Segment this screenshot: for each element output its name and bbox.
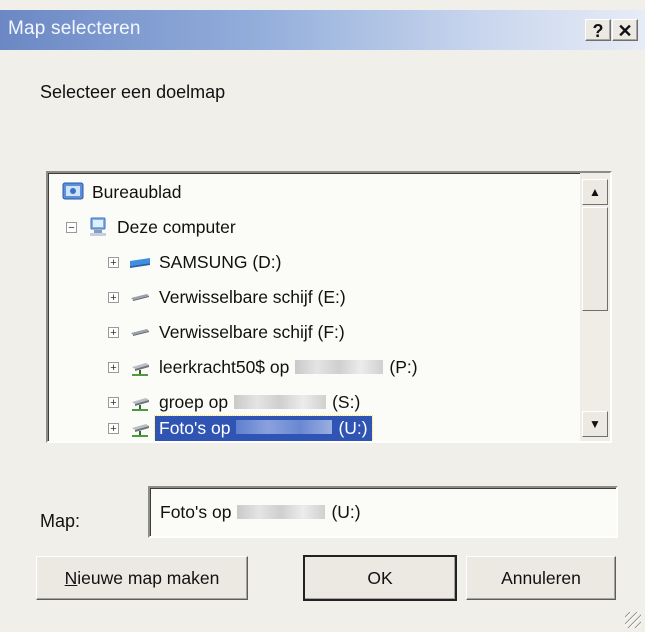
removable-drive-icon — [129, 322, 151, 342]
tree-item-network-p[interactable]: + leerkracht50$ op (P:) — [108, 352, 418, 382]
network-drive-icon — [129, 357, 151, 377]
tree-scrollbar[interactable]: ▲ ▼ — [580, 173, 610, 441]
tree-item-label: Deze computer — [117, 216, 236, 237]
folder-tree[interactable]: Bureaublad − Deze computer + SAMSUNG (D:… — [46, 171, 612, 443]
scroll-down-arrow-icon[interactable]: ▼ — [582, 411, 608, 437]
help-button[interactable]: ? — [585, 19, 611, 41]
map-path-prefix: Foto's op — [160, 501, 232, 522]
tree-item-label: Bureaublad — [92, 181, 182, 202]
tree-item-label: SAMSUNG (D:) — [159, 251, 282, 272]
tree-item-drive-letter: (P:) — [389, 356, 418, 377]
window-title: Map selecteren — [8, 18, 141, 39]
map-field-label: Map: — [40, 511, 81, 531]
network-drive-icon — [129, 418, 151, 438]
tree-item-samsung[interactable]: + SAMSUNG (D:) — [108, 247, 282, 277]
tree-item-label: Foto's op — [159, 417, 231, 438]
removable-drive-icon — [129, 287, 151, 307]
tree-item-label: Verwisselbare schijf (E:) — [159, 286, 346, 307]
map-path-field[interactable]: Foto's op (U:) — [148, 486, 618, 538]
redacted-server-name — [295, 360, 384, 374]
expand-toggle[interactable]: + — [108, 396, 119, 408]
collapse-toggle[interactable]: − — [66, 221, 77, 233]
tree-item-label: Verwisselbare schijf (F:) — [159, 321, 345, 342]
tree-item-drive-letter: (U:) — [338, 417, 368, 438]
expand-toggle[interactable]: + — [108, 256, 119, 268]
tree-item-label: groep op — [159, 391, 229, 412]
tree-item-drive-letter: (S:) — [332, 391, 361, 412]
drive-icon — [129, 252, 151, 272]
expand-toggle[interactable]: + — [108, 361, 119, 373]
tree-item-network-u[interactable]: + Foto's op (U:) — [108, 413, 373, 441]
select-folder-dialog: Map selecteren ? ✕ Selecteer een doelmap… — [0, 0, 645, 632]
redacted-server-name — [236, 419, 333, 434]
redacted-server-name — [237, 505, 326, 519]
new-folder-button[interactable]: Nieuwe map maken — [36, 556, 248, 600]
scroll-thumb[interactable] — [582, 207, 608, 311]
network-drive-icon — [129, 392, 151, 412]
ok-button[interactable]: OK — [303, 555, 457, 601]
tree-item-removable-f[interactable]: + Verwisselbare schijf (F:) — [108, 317, 345, 347]
expand-toggle[interactable]: + — [108, 422, 119, 434]
instruction-text: Selecteer een doelmap — [40, 82, 226, 102]
selected-item-highlight[interactable]: Foto's op (U:) — [154, 414, 373, 441]
redacted-server-name — [234, 395, 327, 409]
desktop-icon — [62, 182, 84, 202]
computer-icon — [87, 217, 109, 237]
scroll-up-arrow-icon[interactable]: ▲ — [582, 179, 608, 205]
map-path-suffix: (U:) — [331, 501, 361, 522]
expand-toggle[interactable]: + — [108, 326, 119, 338]
close-button[interactable]: ✕ — [612, 19, 638, 41]
tree-item-removable-e[interactable]: + Verwisselbare schijf (E:) — [108, 282, 346, 312]
title-bar[interactable]: Map selecteren ? ✕ — [0, 10, 645, 50]
cancel-button[interactable]: Annuleren — [466, 556, 616, 600]
expand-toggle[interactable]: + — [108, 291, 119, 303]
tree-item-this-computer[interactable]: − Deze computer — [66, 212, 236, 242]
tree-item-label: leerkracht50$ op — [159, 356, 290, 377]
tree-item-desktop[interactable]: Bureaublad — [62, 177, 182, 207]
resize-grip-icon[interactable] — [625, 612, 641, 628]
new-folder-label: ieuwe map maken — [77, 567, 220, 588]
accelerator-key: N — [64, 567, 78, 588]
